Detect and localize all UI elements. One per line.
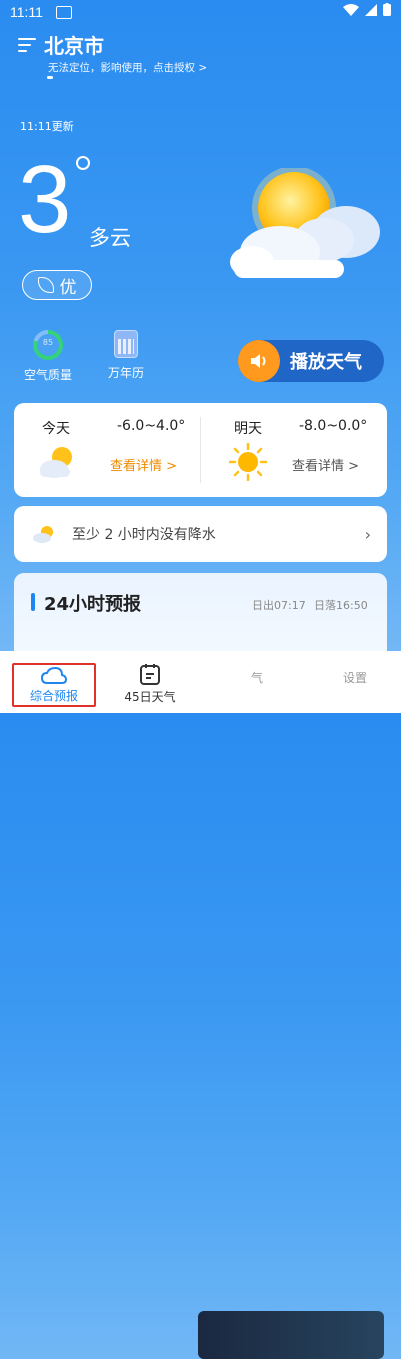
today-panel[interactable]: 今天 -6.0~4.0° 查看详情 > [14,403,200,497]
current-temperature: 3 [18,146,72,253]
calendar-icon [114,330,138,358]
leaf-icon [37,277,54,293]
city-name[interactable]: 北京市 [44,30,104,59]
nav-tab-45day[interactable]: 45日天气 [112,651,188,713]
partly-cloudy-icon [230,168,380,278]
nav-tab-forecast[interactable]: 综合预报 [12,663,96,707]
air-quality-badge[interactable]: 优 [22,270,92,300]
weather-condition: 多云 [89,227,131,250]
speaker-icon [238,340,280,382]
nav-tab-settings-label: 设置 [342,671,367,685]
calendar-label: 万年历 [107,366,144,380]
air-quality-label: 空气质量 [23,368,72,382]
nav-tab-3[interactable]: 气 [232,669,282,731]
air-quality-link[interactable]: 85 空气质量 [22,330,74,383]
tomorrow-label: 明天 [234,421,262,437]
nav-tab-forecast-label: 综合预报 [29,689,78,703]
today-label: 今天 [42,421,70,437]
nav-tab-45day-label: 45日天气 [124,690,176,704]
nav-tab-3-label: 气 [250,671,263,685]
forecast-24h-section: 24小时预报 日出07:17 日落16:50 [14,573,387,663]
wifi-icon [343,3,359,16]
update-time: 11:11更新 [20,120,74,133]
play-weather-button[interactable]: 播放天气 [238,340,384,382]
gallery-notification-icon [56,6,72,19]
chevron-right-icon: › [364,524,371,544]
nav-tab-settings[interactable]: 设置 [330,669,380,731]
tomorrow-detail-link[interactable]: 查看详情 > [292,455,359,474]
aqi-ring-icon: 85 [33,330,63,360]
play-weather-label: 播放天气 [290,352,362,373]
bottom-navigation: 综合预报 45日天气 气 设置 [0,651,401,1359]
signal-icon [365,3,377,16]
calendar-link[interactable]: 万年历 [104,330,148,381]
page-indicator [47,76,53,79]
precipitation-notice[interactable]: 至少 2 小时内没有降水 › [14,506,387,562]
partly-cloudy-mini-icon [33,526,53,543]
tomorrow-range: -8.0~0.0° [299,418,368,434]
today-detail-link[interactable]: 查看详情 > [110,455,177,474]
degree-symbol [76,156,90,170]
location-permission-hint[interactable]: 无法定位，影响使用，点击授权 > [48,60,207,75]
daily-summary-card: 今天 -6.0~4.0° 查看详情 > 明天 -8.0~0.0° 查看详情 > [14,403,387,497]
status-icons [343,3,391,16]
forecast-title: 24小时预报 [44,594,142,615]
sunrise-time: 日出07:17 [252,599,306,612]
site-watermark-logo [198,1311,384,1359]
calendar-tab-icon [140,664,160,685]
sunny-icon [229,443,267,481]
cloud-icon [40,666,68,684]
sunset-time: 日落16:50 [314,599,368,612]
tomorrow-panel[interactable]: 明天 -8.0~0.0° 查看详情 > [201,403,387,497]
city-selector[interactable]: 北京市 [18,30,104,59]
battery-icon [383,3,391,16]
section-accent-bar [31,593,35,611]
precipitation-text: 至少 2 小时内没有降水 [72,527,216,543]
status-time: 11:11 [10,4,43,20]
aqi-ring-value: 85 [42,338,54,347]
air-quality-value: 优 [59,277,77,298]
menu-icon[interactable] [18,37,36,52]
partly-cloudy-small-icon [40,447,72,478]
today-range: -6.0~4.0° [117,418,186,434]
status-bar: 11:11 [0,0,401,26]
